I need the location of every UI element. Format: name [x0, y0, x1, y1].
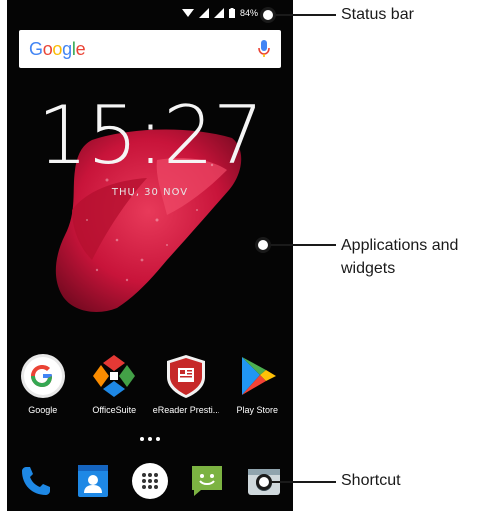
app-label: Play Store: [236, 405, 279, 415]
play-store-icon: [233, 352, 281, 400]
messaging-icon[interactable]: [186, 460, 228, 502]
contacts-icon[interactable]: [72, 460, 114, 502]
clock-date[interactable]: THU, 30 NOV: [7, 187, 293, 198]
shortcut-dock: [7, 458, 293, 504]
battery-icon: [228, 8, 235, 18]
applications-callout-label-line1: Applications and: [341, 237, 459, 254]
home-app-row: Google OfficeSuite eReader Presti... Pla…: [7, 352, 293, 415]
applications-callout-line: [271, 244, 336, 246]
shortcut-callout-dot: [256, 474, 272, 490]
shortcut-callout-label: Shortcut: [341, 472, 401, 489]
signal-icon: [198, 8, 209, 18]
app-ereader-prestigio[interactable]: eReader Presti...: [153, 352, 219, 415]
microphone-icon[interactable]: [257, 39, 271, 59]
app-drawer-icon[interactable]: [129, 460, 171, 502]
phone-home-screen: 84% Google 15:27 THU, 30 NOV Google Offi…: [7, 0, 293, 511]
app-label: Google: [28, 405, 58, 415]
page-indicator[interactable]: [7, 437, 293, 441]
status-bar: 84%: [7, 0, 293, 26]
app-play-store[interactable]: Play Store: [224, 352, 290, 415]
ereader-icon: [162, 352, 210, 400]
status-bar-callout-dot: [260, 7, 276, 23]
app-label: eReader Presti...: [152, 405, 219, 415]
wifi-icon: [181, 8, 194, 18]
page-dot: [140, 437, 144, 441]
status-bar-callout-line: [276, 14, 336, 16]
applications-callout-label-line2: widgets: [341, 260, 396, 277]
page: 84% Google 15:27 THU, 30 NOV Google Offi…: [0, 0, 487, 511]
google-search-widget[interactable]: Google: [19, 30, 281, 68]
shortcut-callout-line: [272, 481, 336, 483]
app-officesuite[interactable]: OfficeSuite: [81, 352, 147, 415]
clock-time[interactable]: 15:27: [7, 96, 293, 176]
page-dot: [148, 437, 152, 441]
google-app-icon: [19, 352, 67, 400]
phone-icon[interactable]: [15, 460, 57, 502]
app-google[interactable]: Google: [10, 352, 76, 415]
page-dot: [156, 437, 160, 441]
battery-percent: 84%: [239, 8, 258, 18]
app-label: OfficeSuite: [92, 405, 137, 415]
officesuite-icon: [90, 352, 138, 400]
status-bar-callout-label: Status bar: [341, 6, 414, 23]
signal-icon-2: [213, 8, 224, 18]
google-logo: Google: [29, 38, 86, 59]
